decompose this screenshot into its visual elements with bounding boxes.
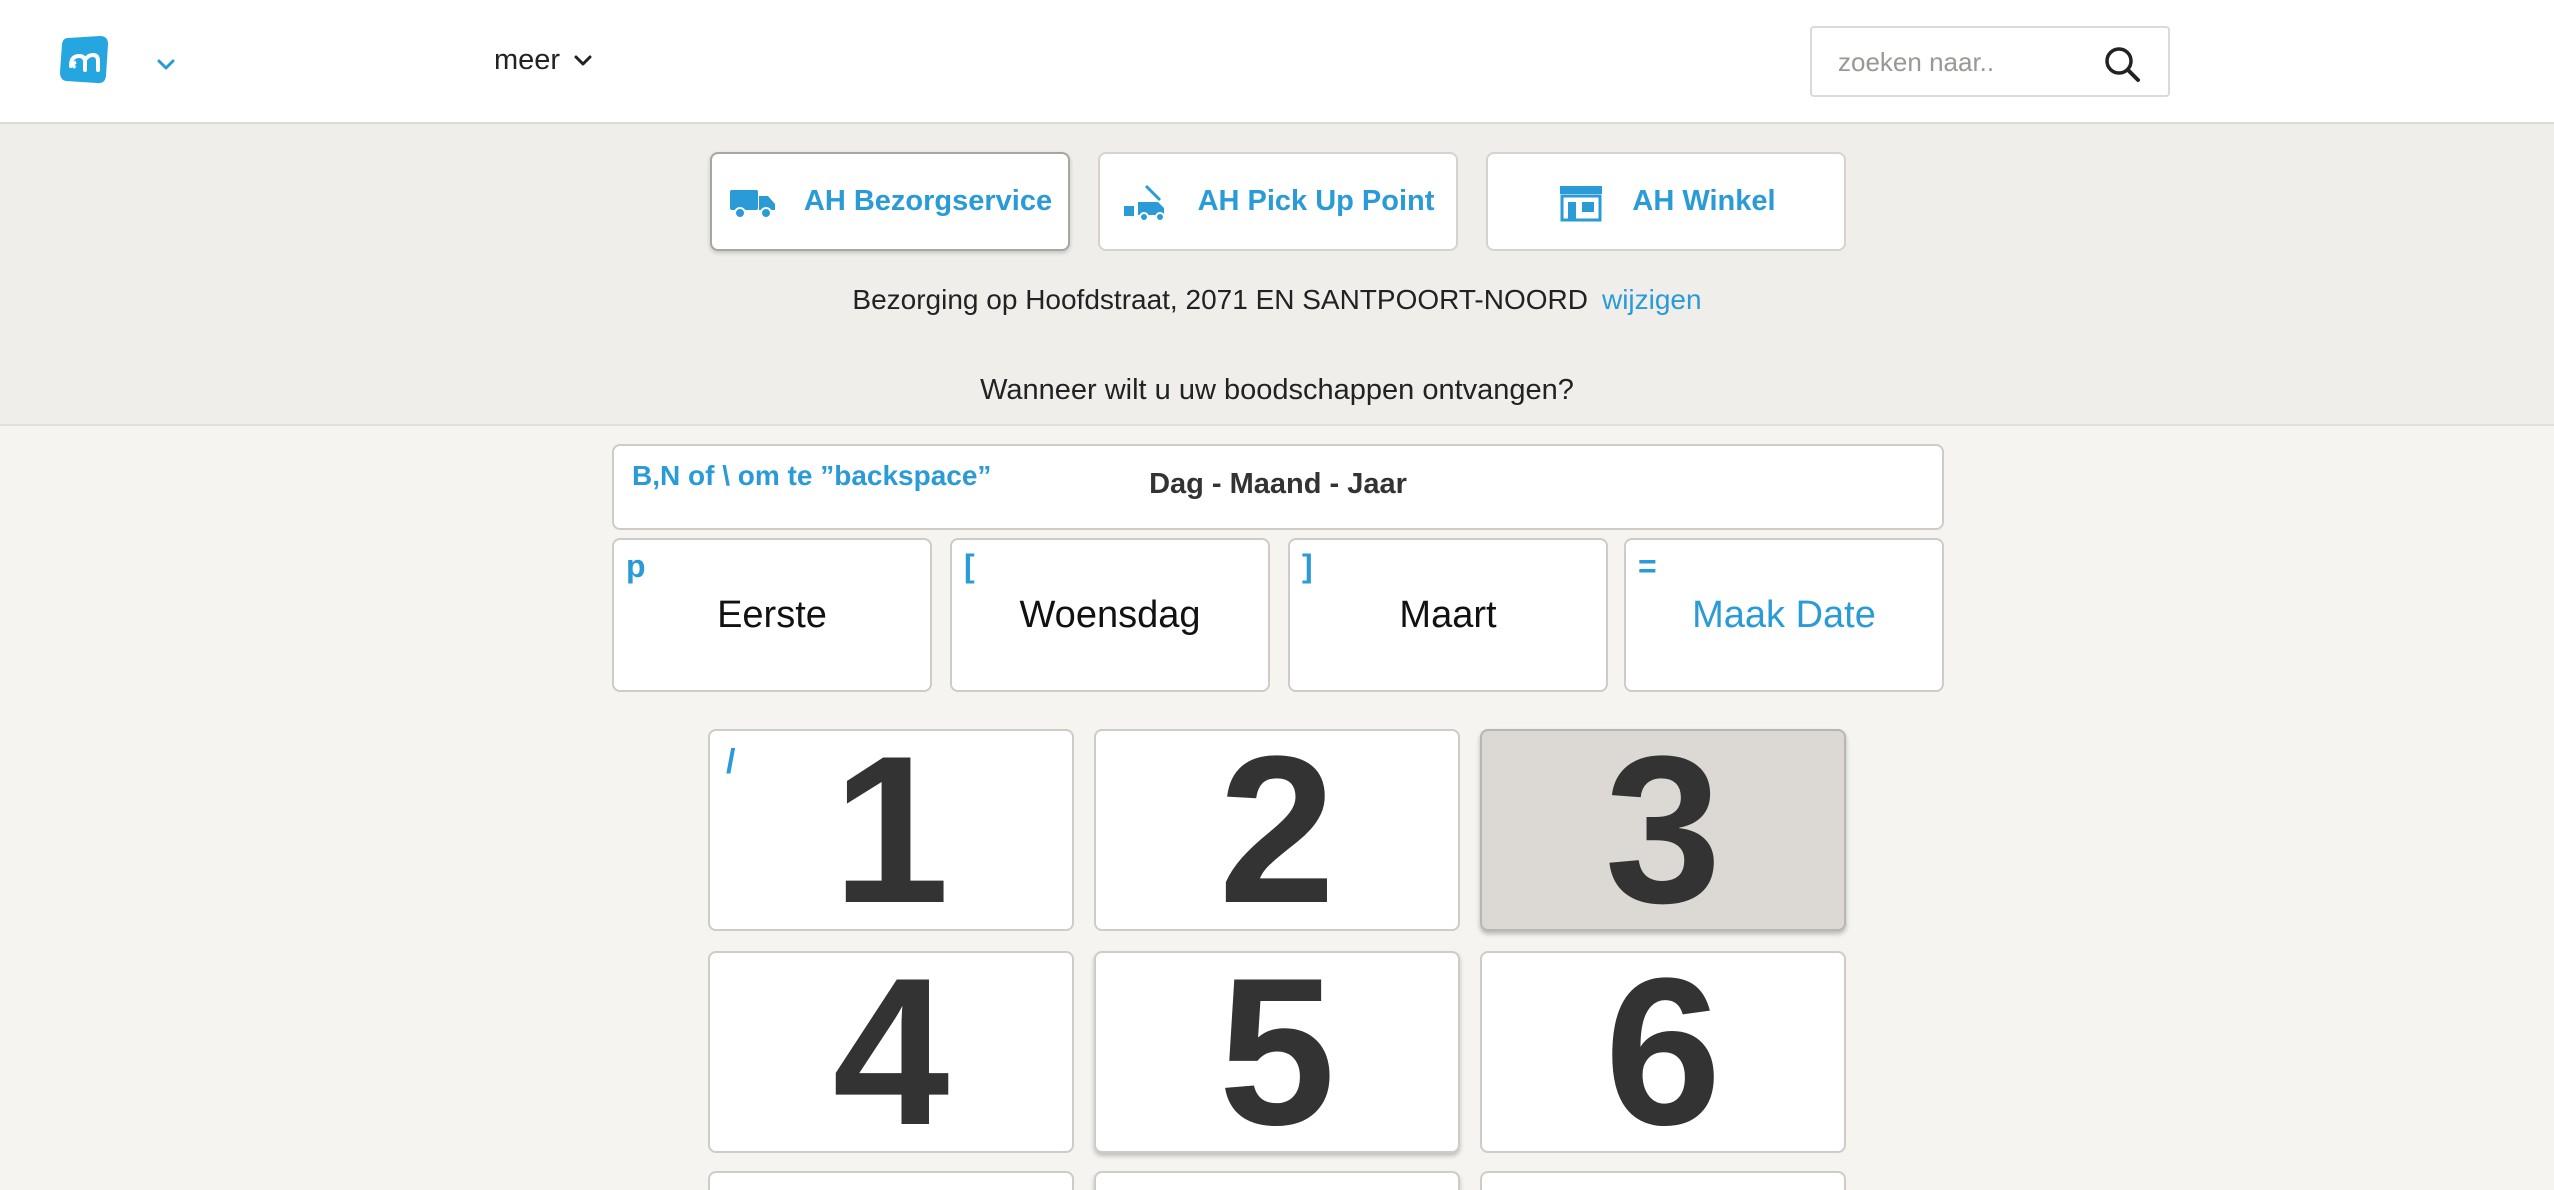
- keypad-button-5[interactable]: 5: [1094, 951, 1460, 1153]
- delivery-truck-icon: [729, 189, 775, 219]
- delivery-question: Wanneer wilt u uw boodschappen ontvangen…: [980, 374, 1574, 406]
- keypad-button-row-next[interactable]: [1094, 1171, 1460, 1190]
- date-format-label: Dag - Maand - Jaar: [1149, 468, 1407, 500]
- change-address-link[interactable]: wijzigen: [1602, 284, 1702, 315]
- delivery-mode-section: AH Bezorgservice AH Pick Up Point AH Win…: [0, 124, 2554, 426]
- option-button-eerste[interactable]: p Eerste: [612, 538, 932, 692]
- top-header: meer: [0, 0, 2554, 124]
- keypad-button-1[interactable]: / 1: [708, 729, 1074, 931]
- keypad-button-3[interactable]: 3: [1480, 729, 1846, 931]
- chevron-down-icon[interactable]: [154, 52, 178, 76]
- shortcut-key: =: [1638, 548, 1657, 584]
- shortcut-key: p: [626, 548, 646, 584]
- keypad-button-row-next[interactable]: [1480, 1171, 1846, 1190]
- keypad-digit: 5: [1218, 951, 1336, 1153]
- search-box: [1810, 26, 2170, 97]
- option-label: Maak Date: [1692, 594, 1876, 636]
- option-label: Woensdag: [1019, 594, 1201, 636]
- date-display[interactable]: B,N of \ om te ”backspace” Dag - Maand -…: [612, 444, 1944, 530]
- option-label: Eerste: [717, 594, 827, 636]
- mode-label: AH Pick Up Point: [1197, 185, 1435, 217]
- more-menu-label: meer: [494, 43, 561, 76]
- albert-heijn-logo[interactable]: [58, 34, 110, 86]
- keypad-button-row-next[interactable]: [708, 1171, 1074, 1190]
- chevron-down-icon: [574, 55, 592, 66]
- delivery-address: Bezorging op Hoofdstraat, 2071 EN SANTPO…: [0, 284, 2554, 316]
- keypad-digit: 4: [832, 951, 950, 1153]
- delivery-address-text: Bezorging op Hoofdstraat, 2071 EN SANTPO…: [852, 284, 1588, 315]
- option-button-woensdag[interactable]: [ Woensdag: [950, 538, 1270, 692]
- mode-label: AH Bezorgservice: [803, 185, 1053, 217]
- make-date-button[interactable]: = Maak Date: [1624, 538, 1944, 692]
- search-input[interactable]: [1838, 40, 2098, 84]
- keypad-digit: 2: [1218, 729, 1336, 931]
- store-icon: [1560, 185, 1603, 221]
- keypad-digit: 1: [832, 729, 950, 931]
- option-button-maart[interactable]: ] Maart: [1288, 538, 1608, 692]
- option-label: Maart: [1399, 594, 1497, 636]
- shortcut-key: ]: [1302, 548, 1313, 584]
- search-icon[interactable]: [2102, 44, 2142, 84]
- keypad-digit: 3: [1604, 729, 1722, 931]
- keypad-button-2[interactable]: 2: [1094, 729, 1460, 931]
- mode-button-pick-up-point[interactable]: AH Pick Up Point: [1098, 152, 1458, 251]
- mode-label: AH Winkel: [1632, 185, 1776, 217]
- keypad-button-4[interactable]: 4: [708, 951, 1074, 1153]
- mode-button-winkel[interactable]: AH Winkel: [1486, 152, 1846, 251]
- mode-button-bezorgservice[interactable]: AH Bezorgservice: [710, 152, 1070, 251]
- pickup-point-icon: [1123, 184, 1165, 222]
- shortcut-key: [: [964, 548, 975, 584]
- keypad-digit: 6: [1604, 951, 1722, 1153]
- keypad-button-6[interactable]: 6: [1480, 951, 1846, 1153]
- more-menu[interactable]: meer: [494, 38, 594, 82]
